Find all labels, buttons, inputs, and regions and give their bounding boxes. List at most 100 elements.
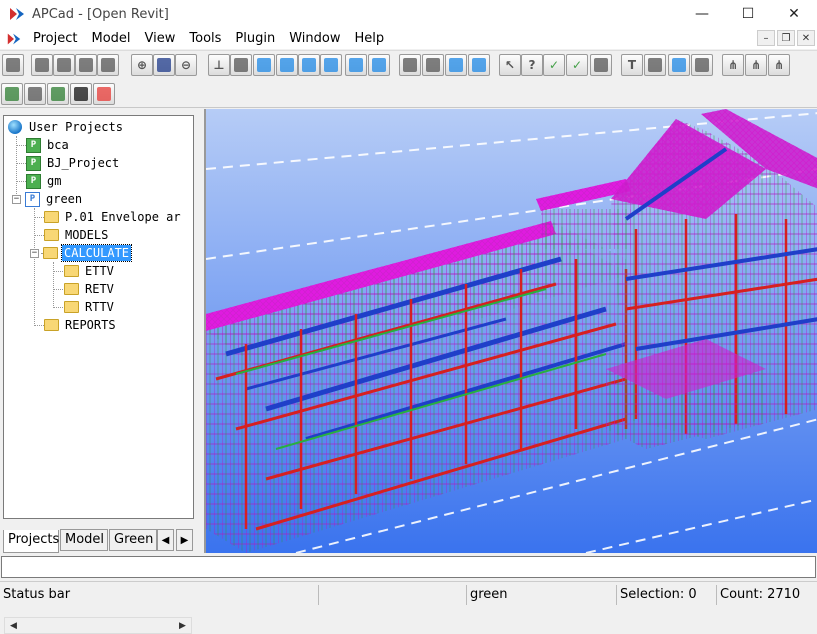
tree-folder-label: P.01 Envelope ar [65, 210, 181, 224]
tab-scroll-left-icon[interactable]: ◀ [157, 529, 174, 551]
view-down-icon [372, 58, 386, 72]
zoom-out-button[interactable]: ⊖ [175, 54, 197, 76]
tree-folder-rttv[interactable]: RTTV [64, 298, 116, 316]
model-3d-viewport[interactable] [204, 109, 817, 553]
import-button[interactable] [1, 83, 23, 105]
table-button[interactable] [53, 54, 75, 76]
menu-tools[interactable]: Tools [182, 28, 228, 49]
menu-model[interactable]: Model [84, 28, 137, 49]
tree-root[interactable]: User Projects [8, 118, 125, 136]
tree-icon: ⋔ [727, 58, 739, 72]
tree-folder-retv[interactable]: RETV [64, 280, 116, 298]
project-button[interactable] [47, 83, 69, 105]
scroll-left-icon[interactable]: ◀ [5, 618, 22, 633]
tree-folder-ettv[interactable]: ETTV [64, 262, 116, 280]
erase-button[interactable] [590, 54, 612, 76]
axis-button[interactable]: ⊥ [208, 54, 230, 76]
secondary-toolbar [0, 80, 817, 108]
lock-button[interactable] [70, 83, 92, 105]
tree-button[interactable]: ⋔ [722, 54, 744, 76]
minimize-button[interactable]: — [679, 0, 725, 28]
slope-button[interactable] [422, 54, 444, 76]
mdi-close-button[interactable]: ✕ [797, 30, 815, 46]
panel-tabs: Projects Model Green I ◀ ▶ [1, 529, 197, 553]
list-icon [101, 58, 115, 72]
apcad-logo-icon [8, 5, 26, 23]
tree-project-gm[interactable]: P gm [26, 172, 63, 190]
menu-project[interactable]: Project [26, 28, 84, 49]
copy-button[interactable] [644, 54, 666, 76]
view-down-button[interactable] [368, 54, 390, 76]
status-count: Count: 2710 [716, 585, 817, 605]
menu-help[interactable]: Help [347, 28, 391, 49]
slope-icon [426, 58, 440, 72]
collapse-icon[interactable]: − [30, 248, 39, 258]
check-button[interactable]: ✓ [543, 54, 565, 76]
text-button[interactable]: T [621, 54, 643, 76]
view-right-button[interactable] [345, 54, 367, 76]
window-button[interactable] [75, 54, 97, 76]
window-title: APCad - [Open Revit] [32, 6, 169, 22]
folder-icon [44, 211, 59, 223]
mdi-minimize-button[interactable]: – [757, 30, 775, 46]
lock-icon [74, 87, 88, 101]
check-all-button[interactable]: ✓ [566, 54, 588, 76]
menu-window[interactable]: Window [282, 28, 347, 49]
column-icon [472, 58, 486, 72]
document-icon[interactable] [6, 31, 22, 47]
view-right-icon [349, 58, 363, 72]
maximize-button[interactable]: ☐ [725, 0, 771, 28]
list-button[interactable] [97, 54, 119, 76]
select-button[interactable]: ↖ [499, 54, 521, 76]
main-toolbar: ⊕ ⊖ ⊥ ↖? ✓ ✓ T ⋔ ⋔ ⋔ [0, 50, 817, 78]
menu-view[interactable]: View [138, 28, 183, 49]
tree-folder-reports[interactable]: REPORTS [44, 316, 118, 334]
delete-button[interactable] [93, 83, 115, 105]
folder-icon [64, 265, 79, 277]
export-button[interactable] [24, 83, 46, 105]
tab-scroll-right-icon[interactable]: ▶ [176, 529, 193, 551]
open-button[interactable] [31, 54, 53, 76]
import-icon [5, 87, 19, 101]
collapse-icon[interactable]: − [12, 194, 21, 204]
status-empty [318, 585, 466, 605]
tree-project-bj[interactable]: P BJ_Project [26, 154, 121, 172]
tree-edit-button[interactable]: ⋔ [745, 54, 767, 76]
tree-folder-calculate[interactable]: − CALCULATE [30, 244, 133, 262]
tree-project-bca[interactable]: P bca [26, 136, 71, 154]
save-button[interactable] [153, 54, 175, 76]
zoom-in-button[interactable]: ⊕ [131, 54, 153, 76]
tree-project-green[interactable]: − P green [12, 190, 84, 208]
beam-button[interactable] [445, 54, 467, 76]
view-front-button[interactable] [320, 54, 342, 76]
close-button[interactable]: ✕ [771, 0, 817, 28]
project-tree[interactable]: User Projects P bca P BJ_Project P gm − … [3, 115, 194, 519]
edit-button[interactable] [691, 54, 713, 76]
tab-green[interactable]: Green I [109, 529, 157, 551]
export-icon [28, 87, 42, 101]
tree-horizontal-scrollbar[interactable]: ◀ ▶ [4, 617, 192, 634]
column-button[interactable] [468, 54, 490, 76]
query-button[interactable]: ? [521, 54, 543, 76]
view-top-button[interactable] [253, 54, 275, 76]
print-button[interactable] [399, 54, 421, 76]
view-rotate-button[interactable] [276, 54, 298, 76]
tree-folder-envelope[interactable]: P.01 Envelope ar [44, 208, 183, 226]
view-side-button[interactable] [298, 54, 320, 76]
tab-model[interactable]: Model [60, 529, 108, 551]
tree-folder-models[interactable]: MODELS [44, 226, 110, 244]
command-input[interactable] [1, 556, 816, 578]
tree-project-label: gm [47, 174, 62, 188]
tab-projects[interactable]: Projects [3, 530, 59, 553]
check-all-icon: ✓ [571, 58, 583, 72]
copy-icon [648, 58, 662, 72]
menu-bar: Project Model View Tools Plugin Window H… [0, 28, 817, 49]
menu-plugin[interactable]: Plugin [228, 28, 282, 49]
view-side-icon [302, 58, 316, 72]
mdi-restore-button[interactable]: ❐ [777, 30, 795, 46]
snap-button[interactable] [668, 54, 690, 76]
tree-add-button[interactable]: ⋔ [768, 54, 790, 76]
scroll-right-icon[interactable]: ▶ [174, 618, 191, 633]
new-button[interactable] [2, 54, 24, 76]
box-button[interactable] [230, 54, 252, 76]
